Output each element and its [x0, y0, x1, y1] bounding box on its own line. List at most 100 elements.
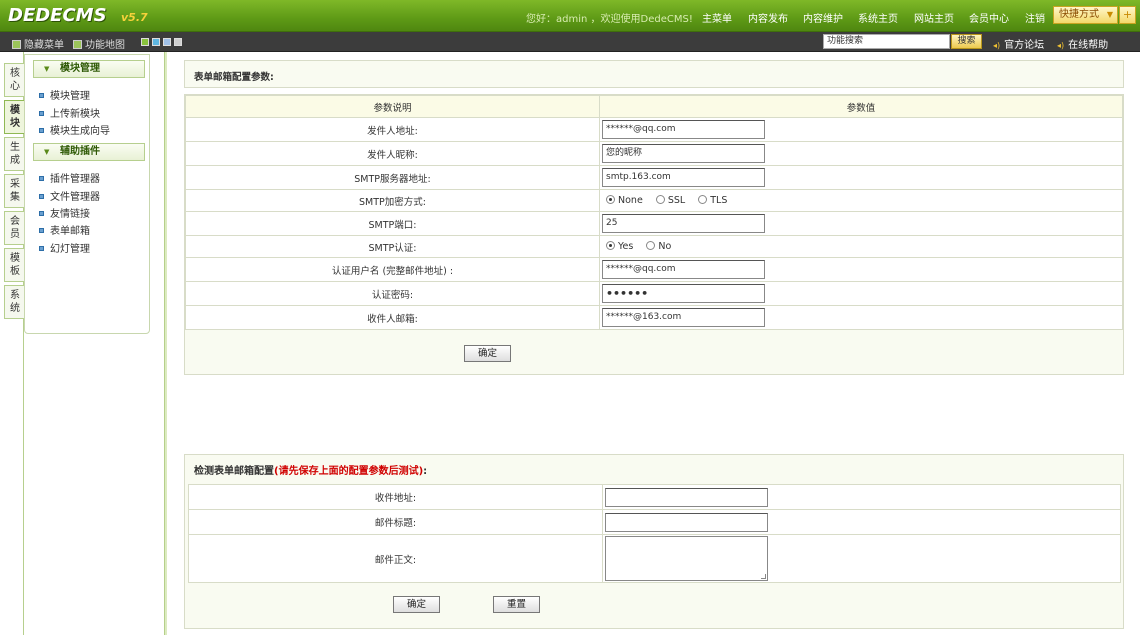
quick-access-label: 快捷方式 — [1059, 9, 1099, 20]
logo: DEDECMS — [8, 5, 107, 26]
config-submit-button[interactable]: 确定 — [464, 345, 511, 362]
smtp-auth-label: SMTP认证: — [185, 235, 600, 258]
smtp-port-input[interactable]: 25 — [602, 214, 765, 233]
radio-no[interactable] — [646, 241, 656, 250]
hide-menu-label: 隐藏菜单 — [24, 40, 64, 51]
search-button[interactable]: 搜索 — [951, 34, 982, 49]
smtp-port-label: SMTP端口: — [185, 211, 600, 236]
test-table: 收件地址: 邮件标题: 邮件正文: — [188, 484, 1121, 583]
sender-nickname-input[interactable]: 您的昵称 — [602, 144, 765, 163]
menu-item-label: 友情链接 — [50, 209, 90, 220]
test-title: 检测表单邮箱配置(请先保存上面的配置参数后测试): — [194, 462, 427, 477]
radio-ssl[interactable] — [655, 195, 665, 204]
panel-icon — [12, 40, 21, 49]
online-help-label: 在线帮助 — [1068, 40, 1109, 51]
theme-swatch-green[interactable] — [141, 38, 149, 46]
left-tab-strip: 核心 模块 生成 采集 会员 模板 系统 — [0, 52, 24, 635]
welcome-text: 您好：admin ，欢迎使用DedeCMS! — [526, 14, 693, 25]
test-body-textarea[interactable] — [605, 536, 768, 581]
nav-content-publish[interactable]: 内容发布 — [748, 10, 788, 25]
theme-swatch-lightblue[interactable] — [163, 38, 171, 46]
menu-group-plugins[interactable]: ▼ 辅助插件 — [33, 143, 145, 161]
test-body-label: 邮件正文: — [188, 534, 603, 583]
test-subject-label: 邮件标题: — [188, 509, 603, 535]
frame-divider[interactable] — [164, 52, 167, 635]
hide-menu-button[interactable]: 隐藏菜单 — [12, 36, 64, 51]
sender-email-input[interactable]: ******@qq.com — [602, 120, 765, 139]
radio-ssl-label: SSL — [667, 195, 686, 206]
table-header-row: 参数说明 参数值 — [185, 95, 1123, 118]
auth-password-input[interactable]: •••••• — [602, 284, 765, 303]
menu-item-label: 幻灯管理 — [50, 244, 90, 255]
radio-none[interactable] — [606, 195, 615, 204]
add-shortcut-button[interactable]: + — [1119, 6, 1136, 24]
speaker-icon: ◂) — [1057, 41, 1065, 50]
menu-group-title: 辅助插件 — [60, 146, 100, 157]
config-title: 表单邮箱配置参数: — [194, 72, 274, 83]
resize-grip-icon[interactable] — [761, 574, 766, 579]
menu-item-friend-links[interactable]: 友情链接 — [39, 205, 90, 220]
radio-yes[interactable] — [606, 241, 615, 250]
menu-group-module-manage[interactable]: ▼ 模块管理 — [33, 60, 145, 78]
tab-member[interactable]: 会员 — [4, 211, 24, 245]
tab-generate[interactable]: 生成 — [4, 137, 24, 171]
menu-item-form-mailbox[interactable]: 表单邮箱 — [39, 222, 90, 237]
smtp-auth-radio-group: Yes No — [606, 241, 681, 252]
test-subject-input[interactable] — [605, 512, 768, 532]
smtp-server-input[interactable]: smtp.163.com — [602, 168, 765, 187]
table-row: 收件地址: — [188, 484, 1121, 510]
tab-collect[interactable]: 采集 — [4, 174, 24, 208]
table-row: 邮件正文: — [188, 534, 1121, 583]
table-row: SMTP端口: 25 — [185, 211, 1123, 236]
radio-yes-label: Yes — [618, 241, 634, 252]
theme-swatch-gray[interactable] — [174, 38, 182, 46]
chevron-down-icon: ▼ — [1106, 10, 1113, 19]
collapse-icon: ▼ — [44, 148, 50, 156]
menu-item-slideshow[interactable]: 幻灯管理 — [39, 240, 90, 255]
nav-logout[interactable]: 注销 — [1025, 10, 1045, 25]
tab-module[interactable]: 模块 — [4, 100, 24, 134]
menu-item-upload-module[interactable]: 上传新模块 — [39, 105, 100, 120]
menu-item-module-wizard[interactable]: 模块生成向导 — [39, 122, 110, 137]
nav-content-maintain[interactable]: 内容维护 — [803, 10, 843, 25]
radio-tls[interactable] — [698, 195, 708, 204]
table-row: SMTP加密方式: None SSL TLS — [185, 189, 1123, 212]
receiver-label: 收件人邮箱: — [185, 305, 600, 330]
toolbar: 隐藏菜单 功能地图 功能搜索 搜索 ◂) 官方论坛 ◂) 在线帮助 — [0, 32, 1140, 52]
function-map-button[interactable]: 功能地图 — [73, 36, 125, 51]
menu-item-label: 插件管理器 — [50, 174, 100, 185]
bullet-icon — [39, 93, 44, 98]
tab-core[interactable]: 核心 — [4, 63, 24, 97]
tab-template[interactable]: 模板 — [4, 248, 24, 282]
online-help-link[interactable]: ◂) 在线帮助 — [1057, 36, 1108, 51]
table-row: 认证用户名 (完整邮件地址) : ******@qq.com — [185, 257, 1123, 282]
menu-item-module-manage[interactable]: 模块管理 — [39, 87, 90, 102]
test-title-text: 检测表单邮箱配置 — [194, 466, 274, 477]
menu-item-file-manager[interactable]: 文件管理器 — [39, 188, 100, 203]
menu-item-label: 文件管理器 — [50, 192, 100, 203]
function-map-label: 功能地图 — [85, 40, 125, 51]
receiver-email-input[interactable]: ******@163.com — [602, 308, 765, 327]
map-icon — [73, 40, 82, 49]
config-title-bar: 表单邮箱配置参数: — [184, 60, 1124, 88]
bullet-icon — [39, 194, 44, 199]
nav-site-home[interactable]: 网站主页 — [914, 10, 954, 25]
test-reset-button[interactable]: 重置 — [493, 596, 540, 613]
bullet-icon — [39, 211, 44, 216]
function-search-input[interactable]: 功能搜索 — [823, 34, 950, 49]
nav-system-home[interactable]: 系统主页 — [858, 10, 898, 25]
table-row: 邮件标题: — [188, 509, 1121, 535]
radio-no-label: No — [658, 241, 672, 252]
menu-group-title: 模块管理 — [60, 63, 100, 74]
test-submit-button[interactable]: 确定 — [393, 596, 440, 613]
menu-item-plugin-manager[interactable]: 插件管理器 — [39, 170, 100, 185]
nav-member-center[interactable]: 会员中心 — [969, 10, 1009, 25]
tab-system[interactable]: 系统 — [4, 285, 24, 319]
test-to-input[interactable] — [605, 487, 768, 507]
official-forum-link[interactable]: ◂) 官方论坛 — [993, 36, 1044, 51]
theme-swatch-blue[interactable] — [152, 38, 160, 46]
quick-access-dropdown[interactable]: 快捷方式 ▼ — [1053, 6, 1118, 24]
nav-main-menu[interactable]: 主菜单 — [702, 10, 732, 25]
auth-username-input[interactable]: ******@qq.com — [602, 260, 765, 279]
test-panel: 检测表单邮箱配置(请先保存上面的配置参数后测试): 收件地址: 邮件标题: 邮件… — [184, 454, 1124, 629]
